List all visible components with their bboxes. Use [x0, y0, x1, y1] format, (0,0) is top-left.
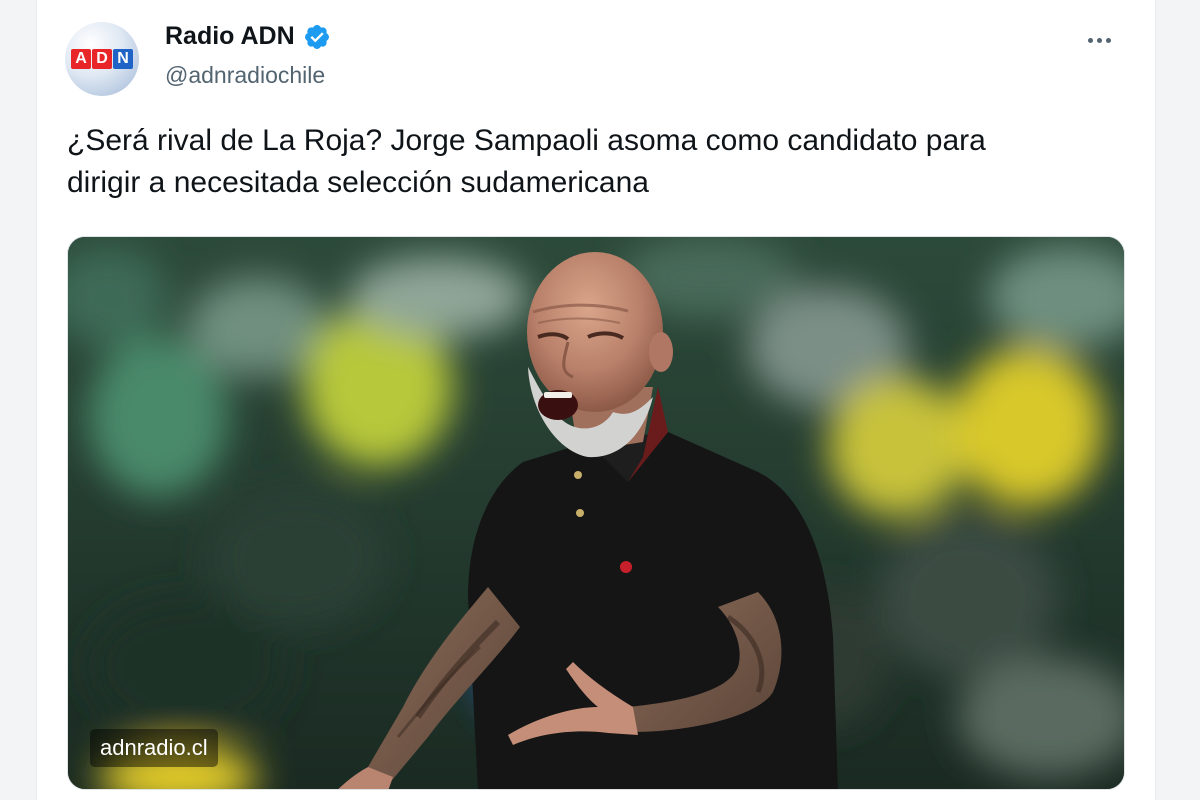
avatar-letter-n: N	[113, 49, 133, 69]
author-handle[interactable]: @adnradiochile	[165, 62, 325, 89]
photo-illustration	[68, 237, 1124, 789]
adn-logo-avatar: A D N	[71, 49, 133, 69]
more-options-icon[interactable]	[1079, 26, 1119, 54]
tweet-text: ¿Será rival de La Roja? Jorge Sampaoli a…	[67, 120, 1107, 204]
tweet-text-line-2: dirigir a necesitada selección sudameric…	[67, 166, 649, 199]
author-name-row[interactable]: Radio ADN	[165, 22, 331, 51]
avatar-letter-a: A	[71, 49, 91, 69]
tweet-text-line-1: ¿Será rival de La Roja? Jorge Sampaoli a…	[67, 124, 986, 157]
photo-watermark: adnradio.cl	[90, 729, 218, 767]
avatar[interactable]: A D N	[65, 22, 139, 96]
avatar-letter-d: D	[92, 49, 112, 69]
tweet-card[interactable]: A D N Radio ADN @adnradiochile ¿Será riv…	[36, 0, 1156, 800]
author-name[interactable]: Radio ADN	[165, 22, 295, 51]
tweet-photo[interactable]: adnradio.cl	[67, 236, 1125, 790]
verified-badge-icon	[304, 24, 329, 49]
